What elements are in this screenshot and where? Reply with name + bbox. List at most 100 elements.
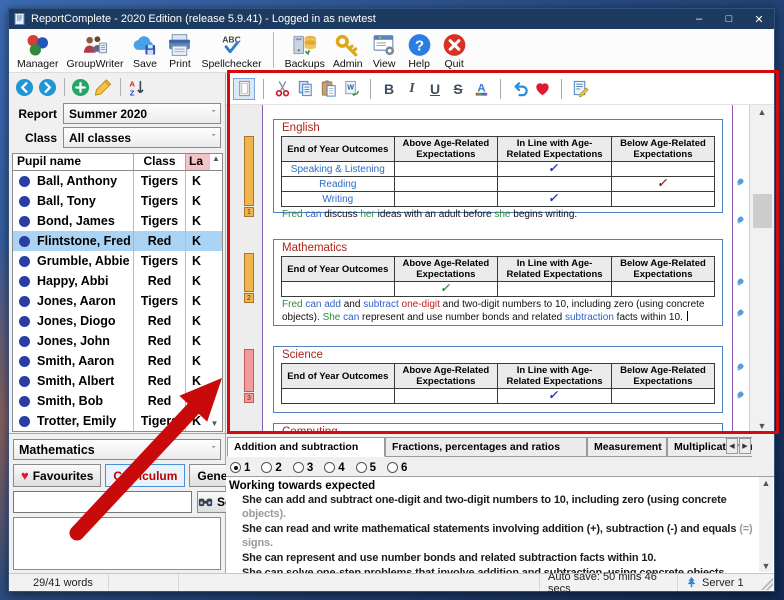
column-header-class[interactable]: Class [133, 154, 185, 170]
print-button[interactable]: Print [162, 30, 197, 72]
pupil-row[interactable]: Trotter, Emily Tigers K [13, 411, 222, 431]
pupil-row[interactable]: Smith, Aaron Red K [13, 351, 222, 371]
report-select[interactable]: Summer 2020 ˇ [63, 103, 221, 124]
document-area[interactable]: 123 English End of Year Outcomes Above Age… [226, 105, 774, 433]
save-button[interactable]: Save [127, 30, 162, 72]
tabs-scroll-left-icon[interactable]: ◀ [726, 438, 738, 454]
pupil-row[interactable]: Grumble, Abbie Tigers K [13, 251, 222, 271]
outcome-cell[interactable]: ✓ [497, 388, 612, 404]
pupil-row[interactable]: Bond, James Tigers K [13, 211, 222, 231]
page-setup-button[interactable] [233, 77, 255, 100]
outcome-cell[interactable] [497, 176, 612, 192]
report-sentence[interactable]: Fred can discuss her ideas with an adult… [281, 207, 715, 222]
italic-button[interactable]: I [401, 78, 423, 100]
level-radio-5[interactable]: 5 [355, 462, 376, 474]
sentence-handle-icon[interactable] [736, 211, 745, 224]
sentence-handle-icon[interactable] [736, 358, 745, 371]
paragraph-marker-tag[interactable]: 1 [244, 207, 254, 217]
paste-button[interactable] [317, 78, 339, 100]
font-color-button[interactable]: A [470, 78, 492, 100]
pupil-row[interactable]: Ball, Anthony Tigers K [13, 171, 222, 191]
add-button[interactable] [71, 78, 90, 97]
subject-select[interactable]: Mathematics ˇ [13, 439, 221, 460]
level-radio-1[interactable]: 1 [230, 462, 250, 474]
outcome-cell[interactable]: ✓ [610, 176, 716, 192]
strikethrough-button[interactable]: S [447, 78, 469, 100]
minimize-button[interactable]: – [684, 9, 714, 29]
statements-scrollbar[interactable]: ▲ ▼ [759, 477, 773, 572]
doc-scroll-up-icon[interactable]: ▲ [750, 107, 774, 117]
view-button[interactable]: View [367, 30, 402, 72]
level-radio-2[interactable]: 2 [261, 462, 282, 474]
cut-button[interactable] [271, 78, 293, 100]
report-section-computing[interactable]: Computing [273, 423, 723, 433]
level-radio-4[interactable]: 4 [324, 462, 345, 474]
level-radio-3[interactable]: 3 [292, 462, 313, 474]
outcome-cell[interactable] [393, 388, 499, 404]
compose-button[interactable] [569, 78, 591, 100]
copy-button[interactable] [294, 78, 316, 100]
paragraph-marker-bar[interactable] [244, 136, 254, 206]
class-select[interactable]: All classes ˇ [63, 127, 221, 148]
pupil-scroll-down-icon[interactable]: ▼ [208, 417, 221, 430]
outcome-cell[interactable] [393, 176, 499, 192]
sentence-handle-icon[interactable] [736, 386, 745, 399]
pupil-row[interactable]: Happy, Abbi Red K [13, 271, 222, 291]
tab-fractions-percentages-and-ratios[interactable]: Fractions, percentages and ratios [385, 437, 587, 457]
edit-button[interactable] [94, 78, 113, 97]
backups-button[interactable]: Backups [281, 30, 329, 72]
back-button[interactable] [15, 78, 34, 97]
column-header-pupil-name[interactable]: Pupil name [13, 154, 133, 170]
help-button[interactable]: ? Help [402, 30, 437, 72]
curriculum-button[interactable]: Curriculum [105, 464, 186, 487]
resize-grip[interactable] [761, 578, 773, 590]
report-page[interactable]: English End of Year Outcomes Above Age-Rel… [263, 105, 732, 433]
underline-button[interactable]: U [424, 78, 446, 100]
favourite-button[interactable] [531, 78, 553, 100]
pupil-row[interactable]: Jones, Diogo Red K [13, 311, 222, 331]
pupil-row[interactable]: Jones, Aaron Tigers K [13, 291, 222, 311]
sentence-handle-icon[interactable] [736, 304, 745, 317]
outcome-cell[interactable] [610, 281, 716, 297]
manager-button[interactable]: Manager [13, 30, 62, 72]
forward-button[interactable] [38, 78, 57, 97]
paragraph-marker-tag[interactable]: 3 [244, 393, 254, 403]
statement-item[interactable]: She can add and subtract one-digit and t… [229, 493, 756, 521]
outcome-cell[interactable] [393, 191, 499, 207]
paste-word-button[interactable]: W [340, 78, 362, 100]
outcome-cell[interactable] [393, 161, 499, 177]
undo-button[interactable] [508, 78, 530, 100]
outcome-cell[interactable]: ✓ [497, 191, 612, 207]
pupil-row[interactable]: Jones, John Red K [13, 331, 222, 351]
title-bar[interactable]: ReportComplete - 2020 Edition (release 5… [9, 9, 774, 29]
sentence-handle-icon[interactable] [736, 273, 745, 286]
spellchecker-button[interactable]: ABC Spellchecker [197, 30, 265, 72]
paragraph-marker-bar[interactable] [244, 349, 254, 392]
statements-scroll-up-icon[interactable]: ▲ [759, 478, 773, 488]
report-section-mathematics[interactable]: Mathematics End of Year Outcomes Above Age… [273, 239, 723, 326]
report-sentence[interactable]: Fred can add and subtract one-digit and … [281, 297, 715, 325]
pupil-scroll-up-icon[interactable]: ▲ [209, 154, 222, 170]
paragraph-marker-bar[interactable] [244, 253, 254, 292]
maximize-button[interactable]: □ [714, 9, 744, 29]
pupil-row[interactable]: Smith, Bob Red K [13, 391, 222, 411]
statement-item[interactable]: She can read and write mathematical stat… [229, 522, 756, 550]
outcome-cell[interactable] [610, 191, 716, 207]
tab-addition-and-subtraction[interactable]: Addition and subtraction [227, 437, 385, 457]
doc-scrollbar-thumb[interactable] [753, 194, 772, 228]
outcome-cell[interactable]: ✓ [497, 161, 612, 177]
tabs-scroll-right-icon[interactable]: ▶ [739, 438, 751, 454]
statement-item[interactable]: She can solve one-step problems that inv… [229, 566, 756, 573]
report-section-science[interactable]: Science End of Year Outcomes Above Age-Rel… [273, 346, 723, 413]
close-button[interactable]: ✕ [744, 9, 774, 29]
statement-results-list[interactable] [13, 517, 221, 570]
level-radio-6[interactable]: 6 [387, 462, 407, 474]
sort-az-button[interactable]: AZ [127, 78, 146, 97]
outcome-cell[interactable]: ✓ [393, 281, 499, 297]
search-input[interactable] [13, 491, 192, 513]
document-scrollbar[interactable]: ▲ ▼ [749, 105, 774, 433]
outcome-cell[interactable] [610, 161, 716, 177]
pupil-row[interactable]: Flintstone, Fred Red K [13, 231, 222, 251]
favourites-button[interactable]: ♥ Favourites [13, 464, 102, 487]
groupwriter-button[interactable]: GroupWriter [62, 30, 127, 72]
